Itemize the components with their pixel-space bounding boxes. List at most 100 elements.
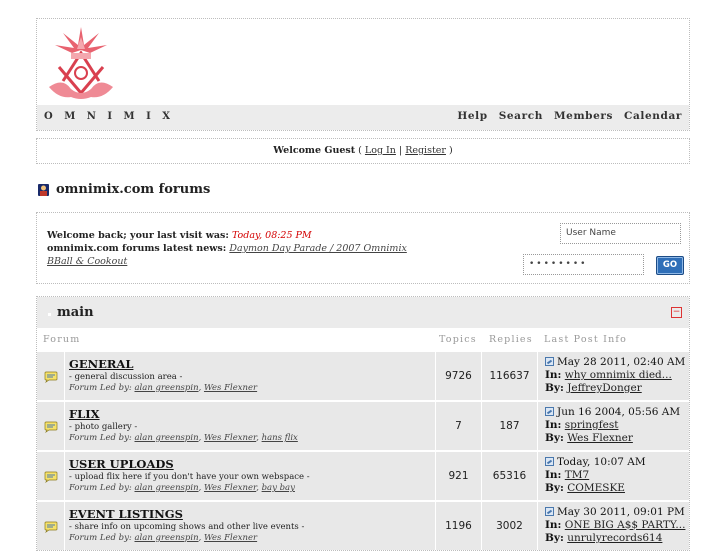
leader-link[interactable]: alan greenspin <box>134 533 198 543</box>
leader-link[interactable]: Wes Flexner <box>204 533 257 543</box>
forum-icon-cell <box>37 502 64 550</box>
password-input[interactable]: •••••••• <box>523 254 644 275</box>
nav-search[interactable]: Search <box>499 110 543 122</box>
forum-name-link[interactable]: EVENT LISTINGS <box>69 507 183 521</box>
last-post-user-link[interactable]: Wes Flexner <box>567 432 633 444</box>
site-header: O M N I M I X Help Search Members Calend… <box>36 18 690 131</box>
brand-name[interactable]: O M N I M I X <box>44 111 174 122</box>
col-topics: Topics <box>439 334 477 345</box>
last-post-icon[interactable] <box>545 457 554 466</box>
col-forum: Forum <box>43 334 81 345</box>
category-header: main − <box>37 297 689 328</box>
last-post-topic-link[interactable]: ONE BIG A$$ PARTY... <box>565 519 686 531</box>
forum-row: EVENT LISTINGS - share info on upcoming … <box>37 502 689 550</box>
login-link[interactable]: Log In <box>365 145 396 156</box>
forum-name-link[interactable]: FLIX <box>69 407 100 421</box>
topics-count: 1196 <box>436 502 481 550</box>
leader-link[interactable]: alan greenspin <box>134 483 198 493</box>
leader-link[interactable]: Wes Flexner <box>204 483 256 493</box>
last-post-topic-link[interactable]: TM7 <box>565 469 589 481</box>
forum-leaders: Forum Led by: alan greenspin, Wes Flexne… <box>69 383 258 393</box>
last-post-date: Today, 10:07 AM <box>557 456 646 468</box>
leader-link[interactable]: Wes Flexner <box>204 433 256 443</box>
forum-icon-cell <box>37 402 64 450</box>
page-title: omnimix.com forums <box>56 182 211 197</box>
forum-info-cell: EVENT LISTINGS - share info on upcoming … <box>65 502 435 550</box>
col-last-post: Last Post Info <box>544 334 628 345</box>
forum-info-cell: FLIX - photo gallery - Forum Led by: ala… <box>65 402 435 450</box>
forum-leaders: Forum Led by: alan greenspin, Wes Flexne… <box>69 533 258 543</box>
nav-calendar[interactable]: Calendar <box>624 110 682 122</box>
last-post-date: May 28 2011, 02:40 AM <box>557 356 686 368</box>
nav-bar: O M N I M I X Help Search Members Calend… <box>37 105 689 130</box>
last-post-icon[interactable] <box>545 507 554 516</box>
username-input[interactable]: User Name <box>560 223 681 244</box>
last-post-user-link[interactable]: COMESKE <box>567 482 625 494</box>
last-post-cell: Today, 10:07 AM In: TM7 By: COMESKE <box>538 452 689 500</box>
page-title-row: omnimix.com forums <box>37 182 210 197</box>
category-title[interactable]: main <box>57 305 94 320</box>
topics-count: 9726 <box>436 352 481 400</box>
replies-count: 3002 <box>482 502 537 550</box>
new-posts-icon <box>44 421 58 433</box>
new-posts-icon <box>44 521 58 533</box>
last-visit-value: Today, 08:25 PM <box>231 230 312 241</box>
forum-row: FLIX - photo gallery - Forum Led by: ala… <box>37 402 689 450</box>
replies-count: 65316 <box>482 452 537 500</box>
welcome-bar: Welcome Guest ( Log In | Register ) <box>36 138 690 164</box>
last-post-user-link[interactable]: unrulyrecords614 <box>567 532 662 544</box>
replies-count: 187 <box>482 402 537 450</box>
forum-name-link[interactable]: GENERAL <box>69 357 133 371</box>
forum-row: USER UPLOADS - upload flix here if you d… <box>37 452 689 500</box>
last-post-icon[interactable] <box>545 357 554 366</box>
lead-label: Forum Led by: <box>69 483 132 493</box>
nav-help[interactable]: Help <box>457 110 487 122</box>
last-post-icon[interactable] <box>545 407 554 416</box>
by-label: By: <box>545 382 564 394</box>
last-post-date: Jun 16 2004, 05:56 AM <box>557 406 681 418</box>
in-label: In: <box>545 519 562 531</box>
leader-link[interactable]: bay bay <box>262 483 295 493</box>
category-bullet <box>48 313 51 316</box>
forum-description: - photo gallery - <box>69 422 138 432</box>
by-label: By: <box>545 532 564 544</box>
category-main: main − Forum Topics Replies Last Post In… <box>36 296 690 551</box>
last-post-topic-link[interactable]: springfest <box>565 419 619 431</box>
paren-close: ) <box>449 145 453 156</box>
lead-label: Forum Led by: <box>69 433 132 443</box>
register-link[interactable]: Register <box>405 145 446 156</box>
login-box: Welcome back; your last visit was: Today… <box>36 212 690 284</box>
forum-home-icon <box>38 183 49 196</box>
site-logo[interactable] <box>41 23 121 103</box>
forum-description: - general discussion area - <box>69 372 183 382</box>
leader-link[interactable]: alan greenspin <box>134 383 198 393</box>
forum-row: GENERAL - general discussion area - Foru… <box>37 352 689 400</box>
login-info: Welcome back; your last visit was: Today… <box>47 229 417 268</box>
forum-description: - share info on upcoming shows and other… <box>69 522 305 532</box>
last-visit-label: Welcome back; your last visit was: <box>47 230 229 241</box>
leader-link[interactable]: hans flix <box>262 433 298 443</box>
forum-leaders: Forum Led by: alan greenspin, Wes Flexne… <box>69 433 298 443</box>
forum-leaders: Forum Led by: alan greenspin, Wes Flexne… <box>69 483 295 493</box>
last-post-date: May 30 2011, 09:01 PM <box>557 506 685 518</box>
forum-icon-cell <box>37 352 64 400</box>
nav-members[interactable]: Members <box>554 110 613 122</box>
in-label: In: <box>545 369 562 381</box>
forum-name-link[interactable]: USER UPLOADS <box>69 457 174 471</box>
new-posts-icon <box>44 371 58 383</box>
by-label: By: <box>545 482 564 494</box>
collapse-icon[interactable]: − <box>671 307 682 318</box>
last-post-user-link[interactable]: JeffreyDonger <box>567 382 642 394</box>
lead-label: Forum Led by: <box>69 533 132 543</box>
leader-link[interactable]: alan greenspin <box>134 433 198 443</box>
go-button[interactable]: GO <box>656 256 684 275</box>
leader-link[interactable]: Wes Flexner <box>204 383 257 393</box>
last-post-cell: May 28 2011, 02:40 AM In: why omnimix di… <box>538 352 689 400</box>
news-label: omnimix.com forums latest news: <box>47 243 227 254</box>
last-post-topic-link[interactable]: why omnimix died... <box>565 369 672 381</box>
in-label: In: <box>545 419 562 431</box>
lead-label: Forum Led by: <box>69 383 132 393</box>
link-separator: | <box>398 145 403 156</box>
by-label: By: <box>545 432 564 444</box>
forum-info-cell: USER UPLOADS - upload flix here if you d… <box>65 452 435 500</box>
